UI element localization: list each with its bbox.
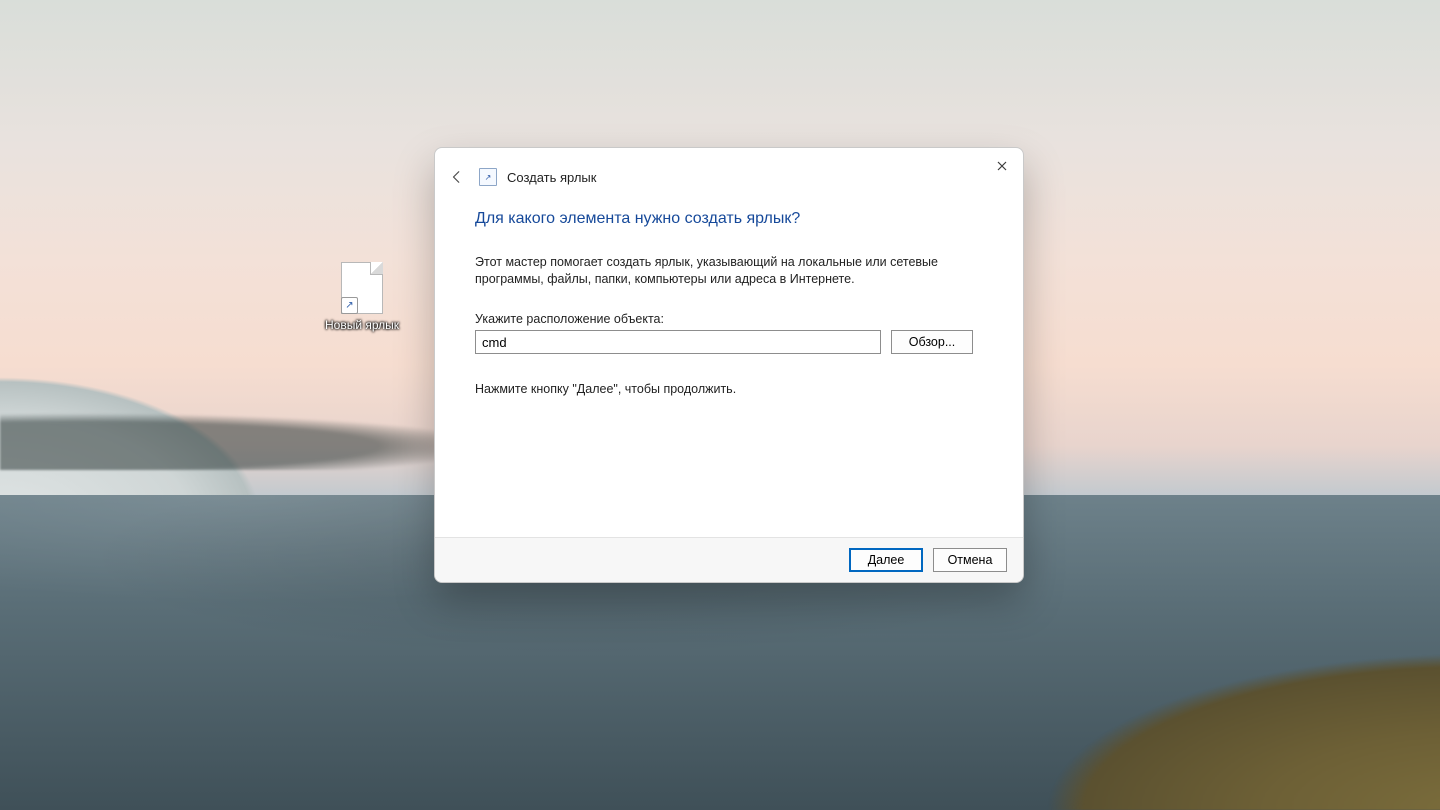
back-button[interactable] xyxy=(445,165,469,189)
browse-button[interactable]: Обзор... xyxy=(891,330,973,354)
dialog-header: Создать ярлык xyxy=(435,148,1023,196)
path-field-label: Укажите расположение объекта: xyxy=(475,312,983,326)
path-input[interactable] xyxy=(475,330,881,354)
dialog-body: Для какого элемента нужно создать ярлык?… xyxy=(435,196,1023,537)
dialog-description: Этот мастер помогает создать ярлык, указ… xyxy=(475,254,975,288)
close-icon xyxy=(997,161,1007,171)
next-button[interactable]: Далее xyxy=(849,548,923,572)
shortcut-arrow-icon: ↗ xyxy=(341,297,358,314)
path-field-row: Обзор... xyxy=(475,330,983,354)
wallpaper-grass xyxy=(760,550,1440,810)
dialog-hint: Нажмите кнопку "Далее", чтобы продолжить… xyxy=(475,382,983,396)
create-shortcut-dialog: Создать ярлык Для какого элемента нужно … xyxy=(434,147,1024,583)
desktop-shortcut-label: Новый ярлык xyxy=(320,318,404,332)
desktop-shortcut-new[interactable]: ↗ Новый ярлык xyxy=(320,262,404,332)
dialog-title: Создать ярлык xyxy=(507,170,596,185)
dialog-heading: Для какого элемента нужно создать ярлык? xyxy=(475,210,983,228)
file-icon: ↗ xyxy=(341,262,383,314)
close-button[interactable] xyxy=(987,154,1017,178)
cancel-button[interactable]: Отмена xyxy=(933,548,1007,572)
shortcut-wizard-icon xyxy=(479,168,497,186)
dialog-footer: Далее Отмена xyxy=(435,537,1023,582)
back-arrow-icon xyxy=(450,170,464,184)
